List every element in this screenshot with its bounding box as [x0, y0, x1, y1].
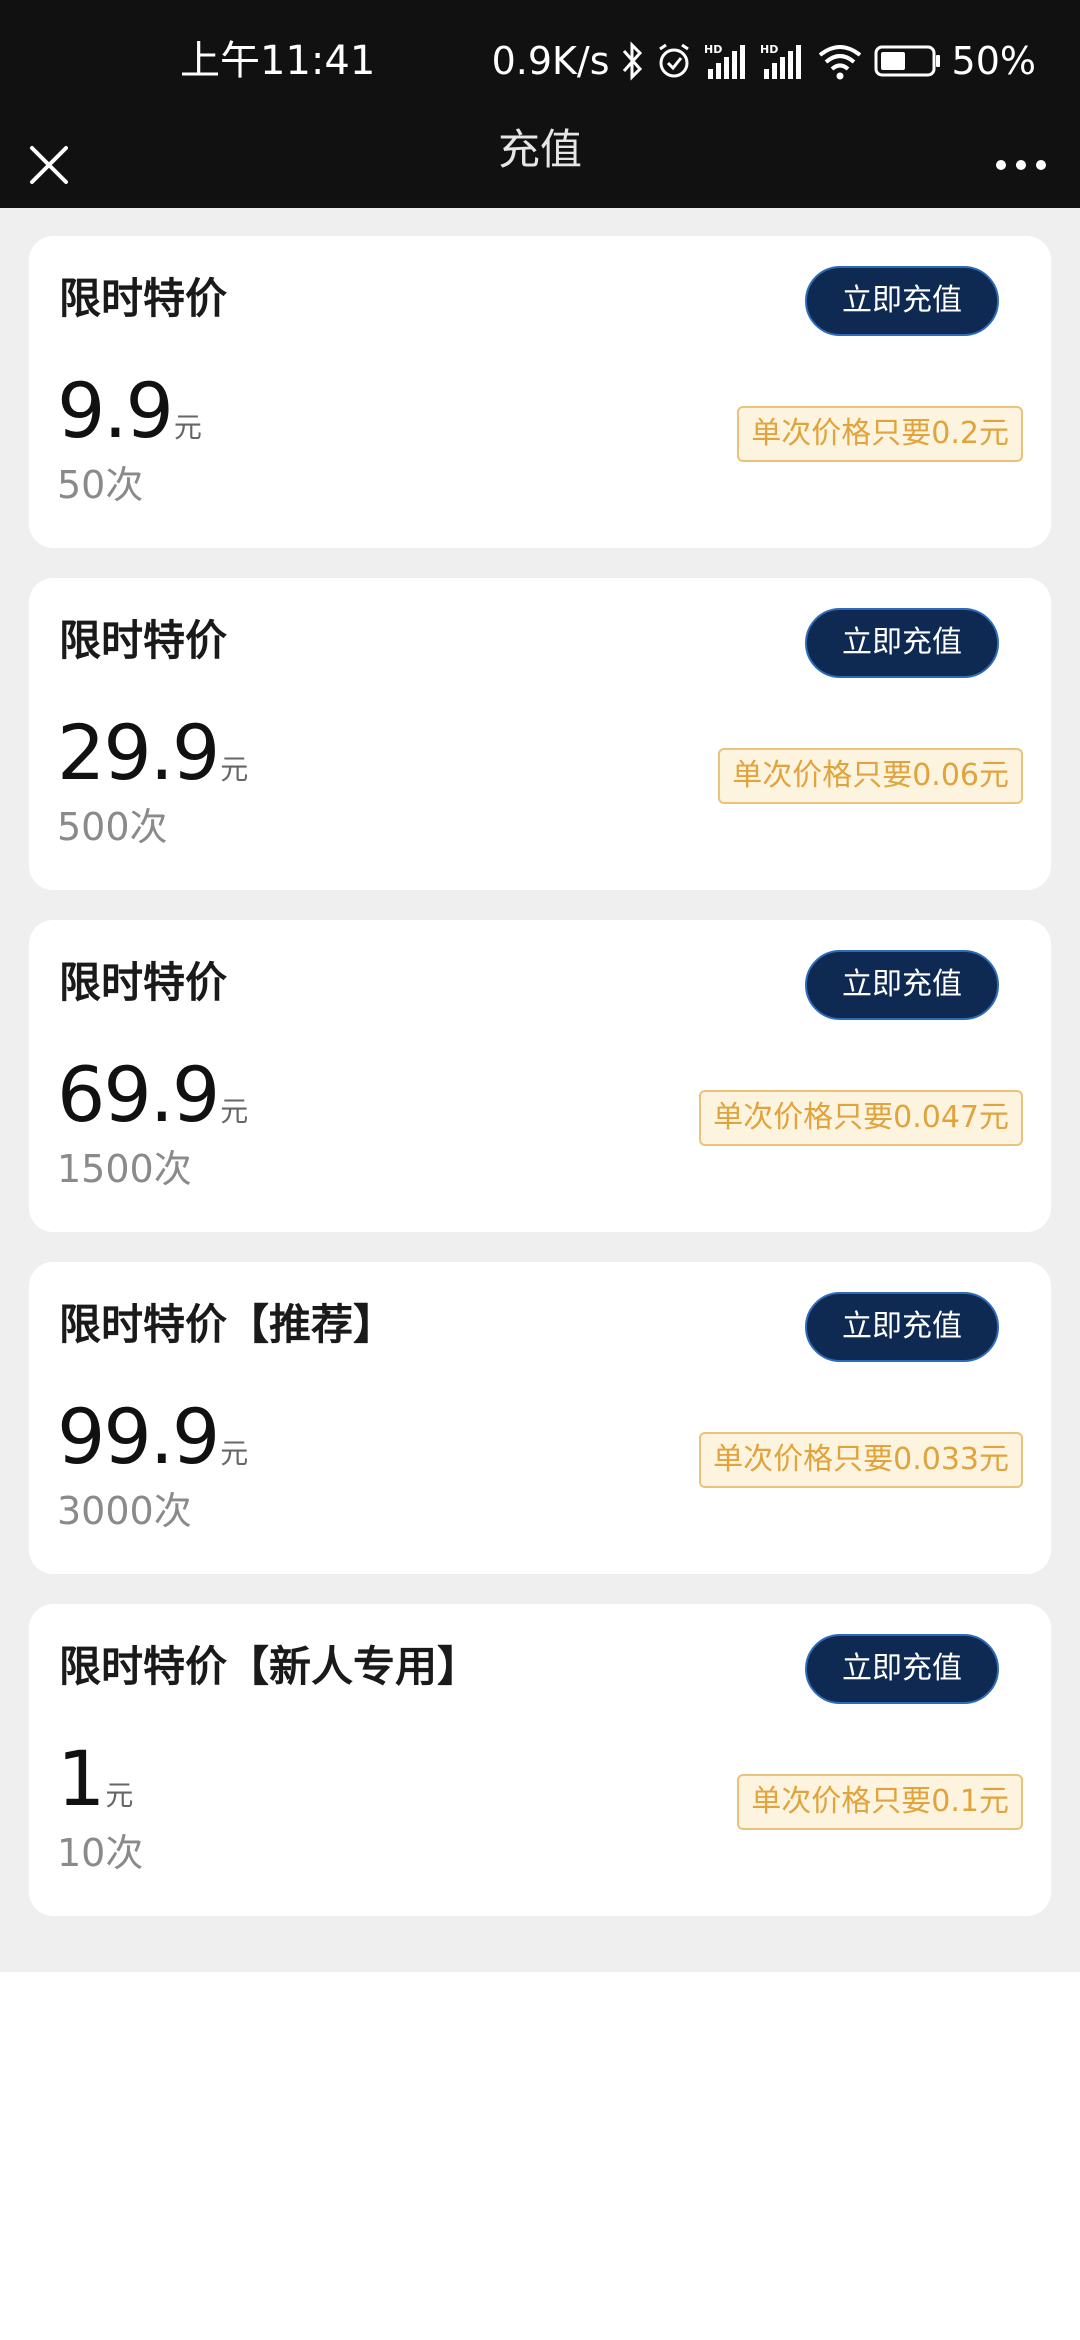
price-value: 9.9: [57, 366, 174, 455]
plan-price: 69.9 元: [57, 1050, 248, 1140]
plan-list: 限时特价 立即充值 9.9 元 50次 单次价格只要0.2元 限时特价 立即充值…: [0, 208, 1080, 1972]
recharge-button[interactable]: 立即充值: [805, 1634, 999, 1704]
status-bar: 上午11:41 0.9K/s HD HD 50%: [0, 0, 1080, 122]
plan-card: 限时特价 立即充值 69.9 元 1500次 单次价格只要0.047元: [29, 920, 1051, 1232]
plan-title: 限时特价: [59, 274, 228, 323]
price-value: 99.9: [57, 1392, 220, 1481]
plan-price: 9.9 元: [57, 366, 202, 456]
plan-price: 1 元: [57, 1734, 133, 1824]
recharge-button[interactable]: 立即充值: [805, 950, 999, 1020]
price-unit: 元: [173, 411, 202, 444]
price-unit: 元: [220, 1095, 249, 1128]
hd-signal-icon: HD: [704, 41, 750, 81]
recharge-button[interactable]: 立即充值: [805, 608, 999, 678]
nav-bar: 充值: [0, 122, 1080, 208]
plan-card: 限时特价【推荐】 立即充值 99.9 元 3000次 单次价格只要0.033元: [29, 1262, 1051, 1574]
status-time: 上午11:41: [180, 38, 376, 84]
price-unit: 元: [220, 1437, 249, 1470]
price-unit: 元: [105, 1779, 134, 1812]
status-icons: 0.9K/s HD HD 50%: [492, 36, 1036, 86]
plan-title: 限时特价【新人专用】: [59, 1642, 480, 1691]
price-value: 29.9: [57, 708, 220, 797]
plan-card: 限时特价【新人专用】 立即充值 1 元 10次 单次价格只要0.1元: [29, 1604, 1051, 1916]
plan-price: 99.9 元: [57, 1392, 248, 1482]
plan-title: 限时特价: [59, 616, 228, 665]
unit-price-badge: 单次价格只要0.1元: [737, 1774, 1023, 1830]
unit-price-badge: 单次价格只要0.033元: [699, 1432, 1023, 1488]
plan-count: 10次: [57, 1831, 144, 1875]
alarm-icon: [654, 41, 694, 81]
network-speed: 0.9K/s: [491, 39, 610, 83]
plan-card: 限时特价 立即充值 29.9 元 500次 单次价格只要0.06元: [29, 578, 1051, 890]
page-title: 充值: [497, 125, 582, 174]
wifi-icon: [816, 41, 864, 81]
plan-count: 3000次: [57, 1489, 192, 1533]
hd-signal-icon: HD: [760, 41, 806, 81]
price-value: 1: [57, 1734, 105, 1823]
plan-price: 29.9 元: [57, 708, 248, 798]
unit-price-badge: 单次价格只要0.2元: [737, 406, 1023, 462]
battery-percent: 50%: [951, 39, 1036, 83]
plan-count: 500次: [57, 805, 168, 849]
plan-count: 50次: [57, 463, 144, 507]
svg-text:HD: HD: [760, 43, 778, 56]
svg-text:HD: HD: [704, 43, 722, 56]
recharge-button[interactable]: 立即充值: [805, 266, 999, 336]
plan-card: 限时特价 立即充值 9.9 元 50次 单次价格只要0.2元: [29, 236, 1051, 548]
recharge-button[interactable]: 立即充值: [805, 1292, 999, 1362]
bluetooth-icon: [620, 41, 644, 81]
price-value: 69.9: [57, 1050, 220, 1139]
more-icon[interactable]: [996, 140, 1046, 190]
plan-title: 限时特价【推荐】: [59, 1300, 396, 1349]
unit-price-badge: 单次价格只要0.047元: [699, 1090, 1023, 1146]
battery-icon: [874, 43, 942, 79]
unit-price-badge: 单次价格只要0.06元: [718, 748, 1023, 804]
plan-count: 1500次: [57, 1147, 192, 1191]
price-unit: 元: [220, 753, 249, 786]
plan-title: 限时特价: [59, 958, 228, 1007]
